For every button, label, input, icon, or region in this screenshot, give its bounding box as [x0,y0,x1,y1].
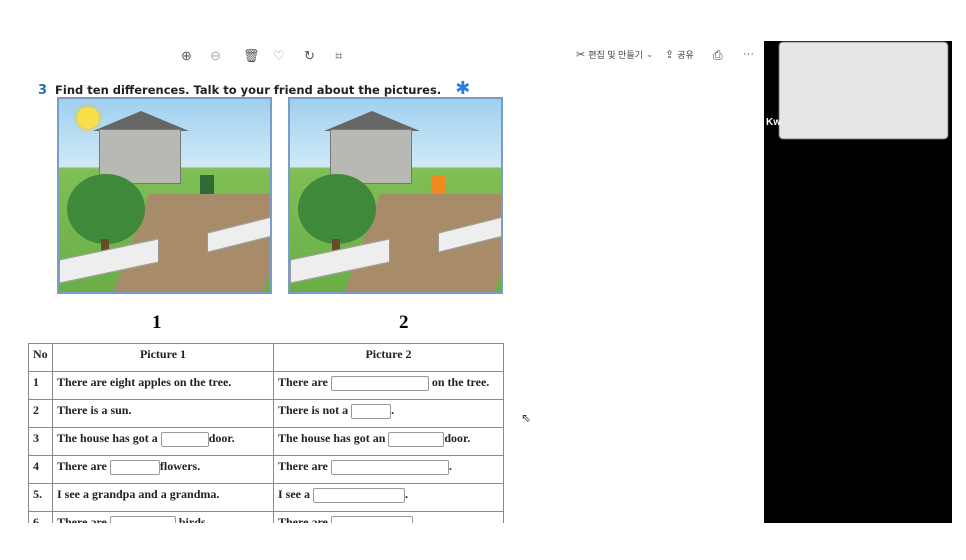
table-row: 1 There are eight apples on the tree. Th… [28,371,504,400]
participant-name: Kw [766,117,781,128]
header-no: No [28,343,53,372]
answer-input[interactable] [313,487,405,503]
cell-text: There are eight apples on the tree. [57,375,232,389]
rotate-icon[interactable]: ↻ [304,47,315,65]
share-icon: ⇪ [665,49,675,61]
instruction-text: Find ten differences. Talk to your frien… [55,83,442,97]
answer-input[interactable] [330,459,449,475]
edit-label: 편집 및 만들기 [588,50,643,60]
edit-create-button[interactable]: ✂ 편집 및 만들기 ⌄ [576,48,653,61]
cell-text: The house has got a [57,431,161,445]
cell-text: There is a sun. [57,403,132,417]
row-no: 4 [28,455,53,484]
table-row: 4 There are flowers. There are . [28,455,504,484]
cell-text: There are [278,375,331,389]
print-button[interactable]: ⎙ [713,48,723,63]
picture-label-2: 2 [399,312,409,333]
snowflake-icon: ✱ [455,78,471,99]
row-no: 5. [28,483,53,512]
cell-text: There are [57,459,110,473]
cell-text: on the tree. [431,375,490,389]
edit-icon: ✂ [576,49,586,61]
cell-text: I see a [278,487,313,501]
answer-input[interactable] [160,431,209,447]
zoom-in-icon[interactable]: ⊕ [181,47,192,65]
cell-text: flowers. [159,459,201,473]
more-button[interactable]: ··· [743,48,754,60]
picture-1 [57,97,272,294]
cell-text: There are [278,459,331,473]
differences-table: No Picture 1 Picture 2 1 There are eight… [28,343,504,540]
answer-input[interactable] [351,403,392,419]
cell-text: . [391,403,395,417]
row-no: 1 [28,371,53,400]
share-button[interactable]: ⇪ 공유 [665,48,694,61]
heart-icon[interactable]: ♡ [273,47,285,65]
answer-input[interactable] [330,375,429,391]
chevron-down-icon: ⌄ [645,49,654,59]
cell-text: . [448,459,452,473]
exercise-number: 3 [38,83,48,98]
video-side-panel: Kw [764,41,952,523]
exercise-heading: 3 Find ten differences. Talk to your frie… [38,78,470,99]
answer-input[interactable] [109,459,160,475]
delete-icon[interactable]: 🗑 [243,47,260,65]
cell-text: There is not a [278,403,352,417]
crop-icon[interactable]: ⌗ [335,47,342,65]
row-no: 2 [28,399,53,428]
cell-text: The house has got an [278,431,389,445]
participant-video-thumbnail[interactable] [779,42,948,139]
table-row: 2 There is a sun. There is not a . [28,399,504,428]
table-row: 3 The house has got a door. The house ha… [28,427,504,456]
cell-text: door. [444,431,471,445]
zoom-out-icon[interactable]: ⊖ [210,47,221,65]
cell-text: I see a grandpa and a grandma. [57,487,220,501]
picture-2 [288,97,503,294]
table-row: 5. I see a grandpa and a grandma. I see … [28,483,504,512]
header-picture-2: Picture 2 [273,343,504,372]
header-picture-1: Picture 1 [52,343,274,372]
table-header: No Picture 1 Picture 2 [28,343,504,372]
picture-label-1: 1 [152,312,162,333]
share-label: 공유 [677,50,694,60]
cell-text: door. [208,431,235,445]
cell-text: . [405,487,408,501]
mouse-cursor-icon: ⇖ [521,411,532,425]
more-icon: ··· [743,48,754,60]
print-icon: ⎙ [713,48,723,62]
row-no: 3 [28,427,53,456]
answer-input[interactable] [388,431,445,447]
